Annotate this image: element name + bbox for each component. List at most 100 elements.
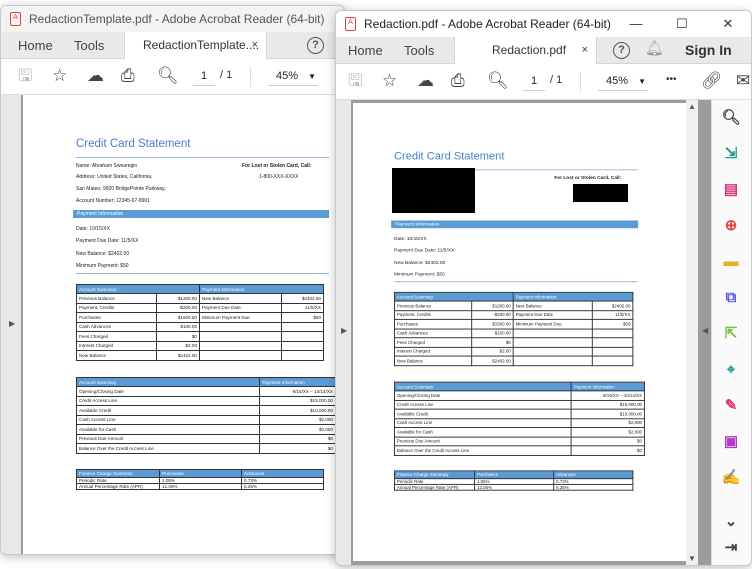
table-cell: -$200.00 [156,302,200,313]
title-bar[interactable]: A RedactionTemplate.pdf - Adobe Acrobat R… [1,6,344,32]
search-icon[interactable]: 🔍︎ [721,108,741,128]
collapse-right-panel-icon[interactable]: ◀ [702,326,708,335]
table-row: Interest Charged $2.00 [76,340,324,351]
table-cell: Previous Balance [76,293,157,304]
create-pdf-icon[interactable]: ⊕ [721,216,741,236]
table-cell [591,346,634,357]
collapse-panel-icon[interactable]: ⇥ [721,538,741,558]
scroll-down-icon[interactable]: ▼ [688,554,696,563]
statement-document: Credit Card Statement Name: Abraham Swear… [73,138,336,518]
table-cell: $50 [591,318,634,330]
maximize-button[interactable]: ☐ [659,11,705,37]
table-header-row: Account Summary Payment Information [75,377,336,387]
vertical-scrollbar[interactable]: ▲ ▼ [686,100,698,565]
bookmark-star-icon[interactable]: ☆ [52,67,67,85]
table-cell: $1200.00 [471,300,514,311]
table-cell: Interest Charged [393,346,473,357]
share-link-icon[interactable]: 🔗︎ [701,72,723,90]
table-cell: Credit Access Line [393,399,572,410]
toolbar-divider [580,72,581,92]
tab-document-label: RedactionTemplate.... [143,38,260,52]
print-icon[interactable]: ⎙ [451,72,465,90]
edit-pen-icon[interactable]: ✎ [721,396,741,416]
table-row: Payment, Credits -$200.00 Payment Due Date… [76,302,324,313]
table-header-row: Finance Charge Summary Purchases Advances [393,470,634,480]
zoom-dropdown[interactable]: 45% ▼ [598,73,648,91]
save-icon[interactable]: 🖫 [348,72,362,90]
close-tab-icon[interactable]: × [252,32,258,59]
divider [394,281,639,283]
column-header: Finance Charge Summary [76,469,160,478]
upload-cloud-icon[interactable]: ☁ [87,67,104,85]
organize-pages-icon[interactable]: ▤ [721,180,741,200]
email-icon[interactable]: ✉ [736,72,750,90]
table-cell: Available Credit [75,405,261,416]
notifications-bell-icon[interactable]: 🔔︎ [645,40,664,58]
table-row: Annual Percentage Rate (APR) 12.05% 5.25% [393,483,634,491]
close-tab-icon[interactable]: × [582,37,588,64]
column-header: Account Summary [393,291,514,302]
table-cell: $100.00 [156,321,200,332]
column-header: Payment Information [259,377,336,387]
table-cell: $50 [281,312,324,323]
tab-home[interactable]: Home [348,37,383,64]
table-cell: Available for Cash [75,424,261,435]
tab-document[interactable]: Redaction.pdf × [454,37,597,65]
chevron-down-icon[interactable]: ⌄ [721,512,741,532]
zoom-search-icon[interactable]: 🔍︎ [157,67,179,85]
protect-icon[interactable]: ▣ [721,432,741,452]
acrobat-window-redaction-template: A RedactionTemplate.pdf - Adobe Acrobat R… [0,5,345,555]
page-number-input[interactable]: 1 [193,68,215,86]
table-cell: Opening/Closing Date [75,386,261,397]
tab-tools[interactable]: Tools [404,37,434,64]
save-icon[interactable]: 🖫 [18,67,32,85]
bookmark-star-icon[interactable]: ☆ [382,72,397,90]
expand-left-panel-icon[interactable]: ▶ [341,326,347,335]
table-cell: 11/5/XX [591,309,634,320]
more-tools-button[interactable]: ••• [666,74,677,85]
table-cell: Minimum Payment Due [512,318,593,330]
table-cell: 12.05% [474,483,555,491]
combine-files-icon[interactable]: ⧉ [721,288,741,308]
tab-document[interactable]: RedactionTemplate.... × [124,32,267,60]
page-number-input[interactable]: 1 [523,73,545,91]
print-icon[interactable]: ⎙ [121,67,135,85]
table-cell: 5.25% [241,483,324,490]
title-bar[interactable]: A Redaction.pdf - Adobe Acrobat Reader (6… [336,11,751,37]
table-cell [512,346,593,357]
upload-cloud-icon[interactable]: ☁ [417,72,434,90]
tab-document-label: Redaction.pdf [492,43,567,57]
table-cell: $2,000 [259,414,336,425]
table-cell: Payment, Credits [76,302,157,313]
scroll-up-icon[interactable]: ▲ [688,102,696,111]
document-view[interactable]: ▶ Credit Card Statement For Lost or Stole… [336,100,751,565]
fill-sign-icon[interactable]: ✍ [721,468,741,488]
document-view[interactable]: ▶ Credit Card Statement Name: Abraham Swe… [1,95,344,554]
column-header: Account Summary [75,377,261,387]
column-header: Purchases [474,470,555,480]
comment-icon[interactable]: ▬ [721,252,741,272]
minimize-button[interactable]: — [613,11,659,37]
zoom-search-icon[interactable]: 🔍︎ [487,72,509,90]
table-cell: 9/15/XX – 10/14/XX [570,390,645,401]
close-window-button[interactable]: ✕ [705,11,751,37]
table-row: Balance Over the Credit Access Line $0 [75,443,336,454]
table-cell: $100.00 [471,328,514,339]
sign-in-button[interactable]: Sign In [685,37,732,64]
compress-icon[interactable]: ⇱ [721,324,741,344]
export-pdf-icon[interactable]: ⇲ [721,144,741,164]
expand-left-panel-icon[interactable]: ▶ [9,319,15,328]
zoom-dropdown[interactable]: 45% ▼ [268,68,318,86]
tools-panel: 🔍︎ ⇲ ▤ ⊕ ▬ ⧉ ⇱ ⌖ ✎ ▣ ✍ ⌄ ⇥ [711,100,751,565]
tab-home[interactable]: Home [18,32,53,59]
table-cell: New Balance [512,300,593,311]
scan-icon[interactable]: ⌖ [721,360,741,380]
help-icon[interactable]: ? [307,37,324,54]
table-row: Interest Charged $2.00 [393,346,634,357]
table-cell: Credit Access Line [75,395,261,406]
toolbar-divider [250,67,251,87]
table-cell: 9/15/XX – 10/14/XX [259,386,336,397]
table-cell [199,321,282,332]
help-icon[interactable]: ? [613,42,630,59]
tab-tools[interactable]: Tools [74,32,104,59]
